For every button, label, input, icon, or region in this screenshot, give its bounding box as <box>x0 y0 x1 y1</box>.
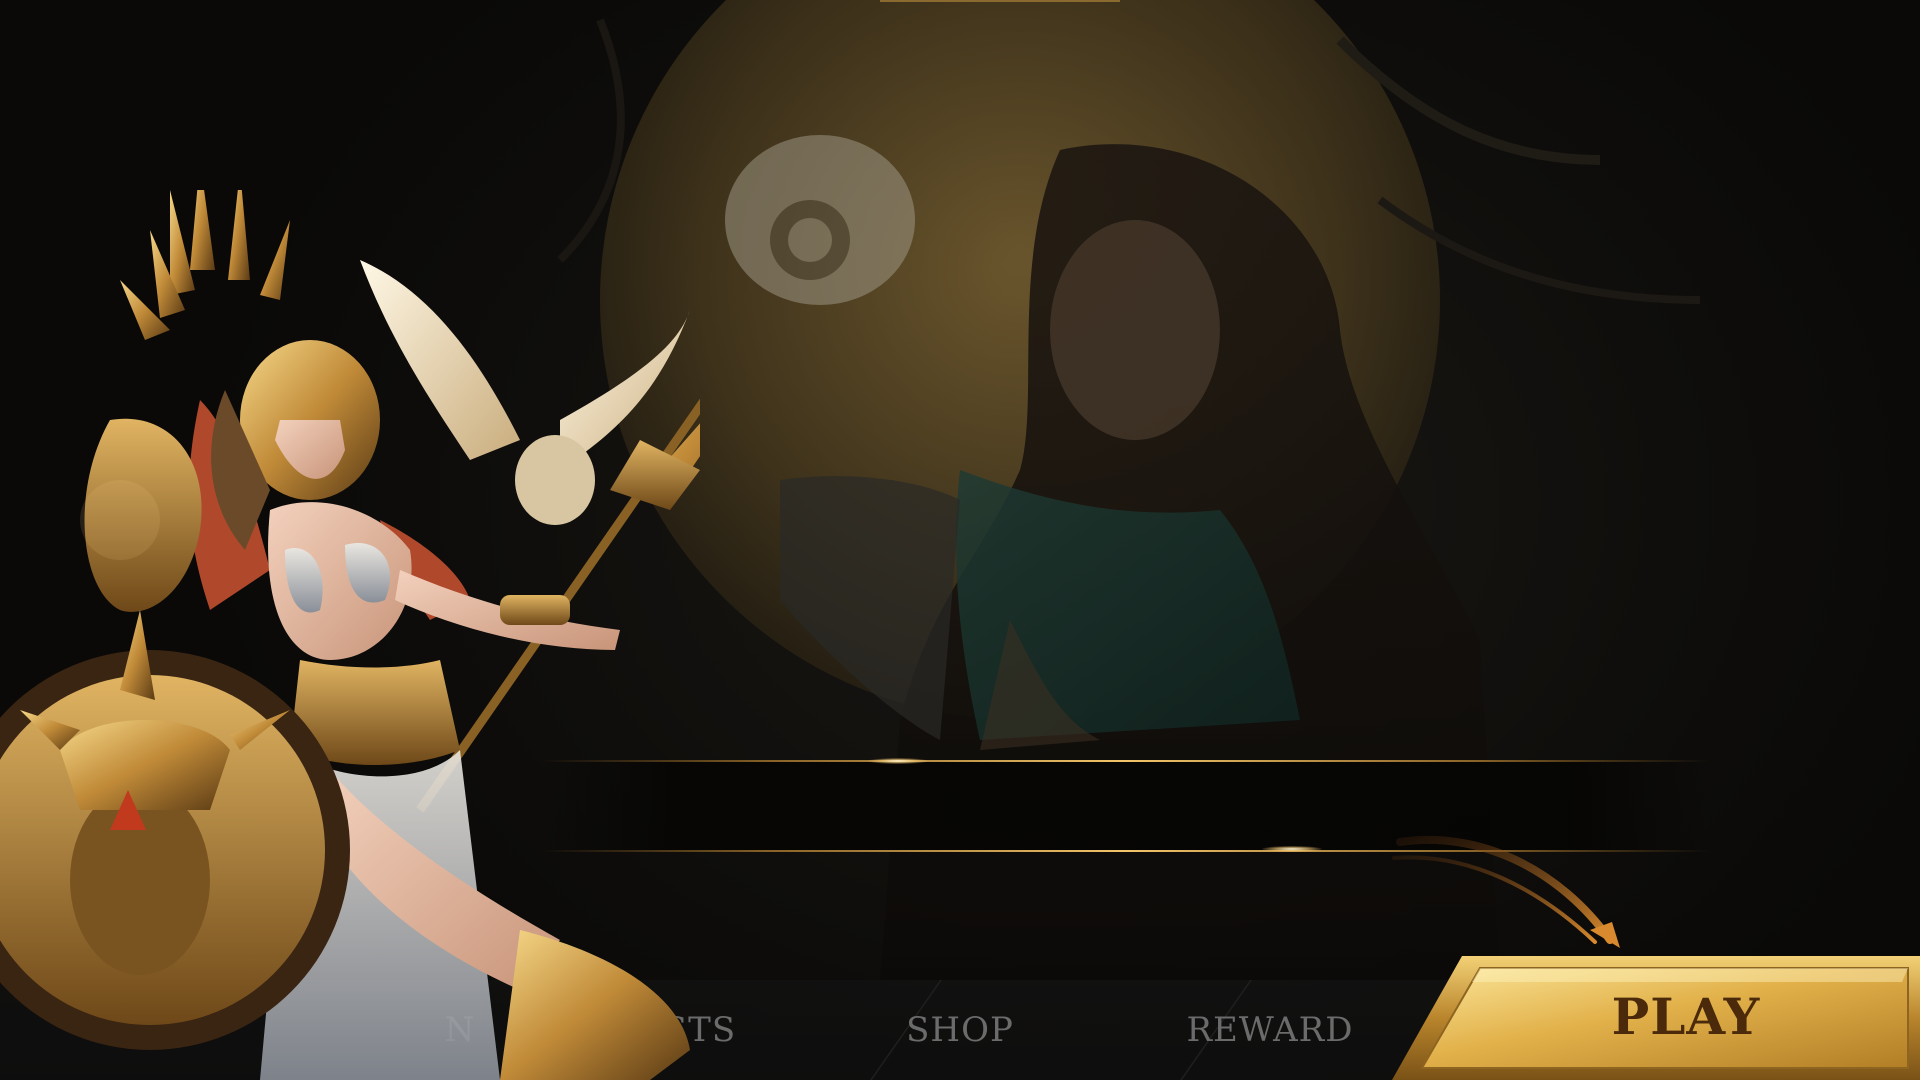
arrow-icon <box>1392 835 1620 948</box>
hero-character <box>0 190 700 1080</box>
banner-spark-top <box>868 758 928 764</box>
nav-shop-label: SHOP <box>906 1010 1014 1050</box>
play-button[interactable]: PLAY <box>1392 952 1920 1080</box>
nav-reward[interactable]: REWARD <box>1160 980 1380 1080</box>
banner-spark-bottom <box>1262 846 1322 852</box>
game-main-menu: N STS SHOP REWARD <box>0 0 1920 1080</box>
nav-reward-label: REWARD <box>1186 1010 1354 1050</box>
nav-shop[interactable]: SHOP <box>860 980 1060 1080</box>
banner-line-top <box>540 760 1710 762</box>
play-button-label: PLAY <box>1611 986 1761 1046</box>
